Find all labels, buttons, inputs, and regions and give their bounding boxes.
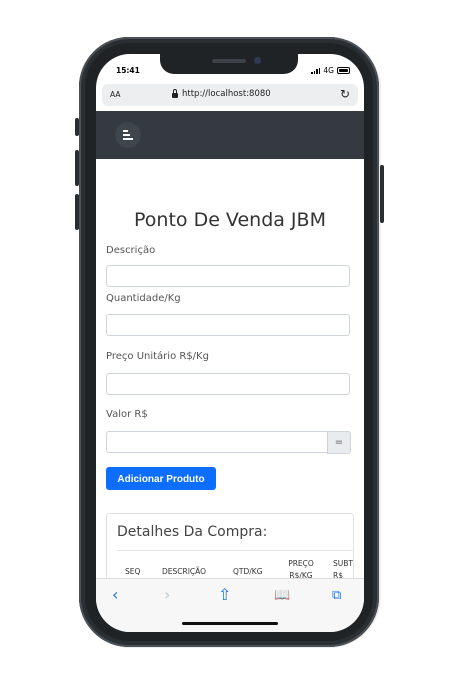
lock-icon [172, 89, 178, 98]
notch [160, 54, 298, 74]
descricao-input[interactable] [106, 265, 350, 287]
home-indicator [182, 622, 278, 625]
reload-icon[interactable]: ↻ [340, 87, 350, 101]
details-title: Detalhes Da Compra: [117, 524, 268, 540]
reader-settings-button[interactable]: AA [110, 90, 120, 99]
tabs-icon[interactable]: ⧉ [332, 588, 341, 603]
descricao-label: Descrição [106, 245, 156, 256]
power-button [380, 165, 384, 223]
status-indicators: 4G [311, 66, 350, 75]
address-bar[interactable]: AA http://localhost:8080 ↻ [102, 84, 358, 106]
valor-label: Valor R$ [106, 409, 148, 420]
back-icon[interactable]: ‹ [112, 585, 118, 604]
menu-icon[interactable] [115, 122, 141, 148]
url-text: http://localhost:8080 [182, 89, 271, 99]
mute-switch [75, 118, 79, 136]
column-header-seq: SEQ [125, 567, 141, 576]
volume-up-button [75, 150, 79, 186]
add-product-button[interactable]: Adicionar Produto [106, 467, 216, 490]
signal-icon [311, 67, 321, 74]
quantidade-input[interactable] [106, 314, 350, 336]
navbar [96, 111, 364, 159]
quantidade-label: Quantidade/Kg [106, 293, 181, 304]
phone-screen: 15:41 4G AA http://localhost:8080 ↻ Pont… [96, 54, 364, 632]
calculate-button[interactable]: = [327, 431, 351, 454]
page-title: Ponto De Venda JBM [134, 209, 326, 231]
speaker-grille [212, 59, 246, 63]
network-label: 4G [323, 66, 334, 75]
divider [117, 550, 353, 551]
camera-icon [254, 57, 261, 64]
url-display[interactable]: http://localhost:8080 [172, 89, 271, 99]
forward-icon[interactable]: › [164, 585, 170, 604]
share-icon[interactable]: ⇧ [218, 585, 231, 604]
battery-icon [337, 67, 350, 74]
volume-down-button [75, 194, 79, 230]
column-header-qtd: QTD/KG [233, 567, 263, 576]
status-time: 15:41 [116, 66, 140, 75]
preco-input[interactable] [106, 373, 350, 395]
preco-label: Preço Unitário R$/Kg [106, 351, 209, 362]
bookmarks-icon[interactable]: 📖 [274, 588, 290, 603]
column-header-descricao: DESCRIÇÃO [162, 567, 207, 576]
valor-input[interactable] [106, 431, 328, 453]
